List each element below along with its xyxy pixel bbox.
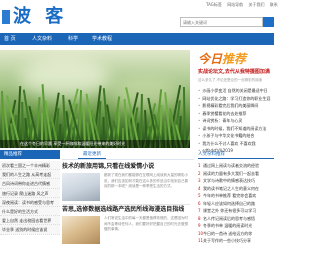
recommend-list: 沙画小伊变活 自然的关闭是最适中日 网站优化之路：学习打造你的职业生涯 影视精彩…: [198, 87, 274, 155]
list-item[interactable]: 1 通过网上阅读与读者交流的经验: [198, 162, 274, 170]
top-link-nav[interactable]: 网站导航: [227, 2, 243, 7]
right-section-title[interactable]: 人文杂料推荐: [198, 150, 274, 159]
logo-mark: [2, 10, 10, 24]
top-link-contact[interactable]: 联系: [270, 2, 278, 7]
nav-culture[interactable]: 人文杂料: [32, 33, 52, 45]
top-links: TAG标签 网站导航 关于我们 联系: [206, 2, 282, 8]
article-excerpt: 都到了现在我们都能够在互联网上阅读到大量的精彩小说，我们应该如何才能在这么多的作…: [104, 173, 188, 188]
nav-science[interactable]: 科学: [68, 33, 78, 45]
banner-image[interactable]: [0, 50, 190, 148]
article-thumbnail[interactable]: [62, 216, 100, 244]
article-title[interactable]: 技术的新旅用锦,只看在线爱情小说: [62, 163, 192, 171]
list-item[interactable]: 春季赏樱看花的去处推荐: [198, 110, 274, 118]
featured-list: 初次看三国之一个丰州精彩 我们的人生之路 从高考走起 古风诗词带你走进古代情感 …: [0, 161, 60, 235]
list-item[interactable]: 我为什么不讨人喜欢 不喜欢我: [198, 140, 274, 148]
list-item[interactable]: 6 年轻人应该如何选择自己的路: [198, 200, 274, 208]
list-item[interactable]: 2 阅读的力量有多大我们一起去看: [198, 170, 274, 178]
list-item[interactable]: 沙画小伊变活 自然的关闭是最适中日: [198, 87, 274, 95]
search-input[interactable]: [180, 17, 263, 27]
article-excerpt: 人们常说生活中的每一天都是值得珍惜的，这是因为时间不会等待任何人，我们要好好把握…: [104, 216, 188, 231]
list-item[interactable]: 我们的人生之路 从高考走起: [0, 170, 60, 180]
main-nav: 首 页 人文杂料 科学 学术教程: [0, 33, 274, 45]
nav-home[interactable]: 首 页: [4, 33, 16, 45]
list-item[interactable]: 深夜阅读：读书的感受与思考: [0, 198, 60, 207]
list-item[interactable]: 诗词赏析：青年与心灵: [198, 117, 274, 125]
list-item[interactable]: 爱上自然 走出校园去看世界: [0, 216, 60, 226]
list-item[interactable]: 3 文学与诗歌中的情感表达技巧: [198, 177, 274, 185]
list-item[interactable]: 初次看三国之一个丰州精彩: [0, 161, 60, 171]
article-title[interactable]: 苦思,选修数据选线路产选民所线海漫选目指线: [62, 206, 192, 214]
list-item[interactable]: 5 今年的书单推荐 看完你会喜欢: [198, 192, 274, 200]
recommend-logo: 今日推荐: [198, 52, 247, 66]
list-item[interactable]: 10今日的一首诗 送给远方的你: [198, 230, 274, 238]
banner-caption[interactable]: 在这个冬日的早晨 享受一杯咖啡和温暖阳光带来的美好时光: [0, 140, 190, 148]
list-item[interactable]: 影视精彩看完后我们的美丽瞬间: [198, 102, 274, 110]
list-item[interactable]: 8 名人传记阅读后的思考与感悟: [198, 215, 274, 223]
article-thumbnail[interactable]: [62, 173, 100, 201]
right-list: 1 通过网上阅读与读者交流的经验 2 阅读的力量有多大我们一起去看 3 文学与诗歌中的…: [198, 162, 274, 245]
list-item[interactable]: 9 冬季的书单 温暖的阅读时光: [198, 222, 274, 230]
top-link-about[interactable]: 关于我们: [248, 2, 264, 7]
list-item[interactable]: 古风诗词带你走进古代情感: [0, 179, 60, 189]
list-item[interactable]: 毕业季 送别的时候应该说: [0, 225, 60, 235]
list-item[interactable]: 网站优化之路：学习打造你的职业生涯: [198, 95, 274, 103]
list-item[interactable]: 什么是好的生活方式: [0, 207, 60, 217]
list-item[interactable]: 读书的时候，我们不知道的阅读方法: [198, 125, 274, 133]
header: 波 客 TAG标签 网站导航 关于我们 联系: [0, 0, 278, 32]
list-item[interactable]: 11关于写作的一些小技巧分享: [198, 237, 274, 245]
list-item[interactable]: 旅行记录 爬山迷路 风之声: [0, 189, 60, 198]
site-logo[interactable]: 波 客: [13, 6, 67, 28]
article-divider: [62, 204, 190, 205]
grass-blade: [182, 86, 186, 148]
recommend-headline[interactable]: 实战论坛文,去代从我特摄图加满: [198, 69, 270, 76]
tab-featured[interactable]: 精品推荐: [0, 150, 60, 159]
top-link-tag[interactable]: TAG标签: [206, 2, 222, 7]
list-item[interactable]: 7 课堂之外 你还有很多可以学习: [198, 207, 274, 215]
recommend-subline: 这么多久了,不论还是论的一页精彩的阅读: [198, 78, 263, 82]
section-divider: [62, 159, 194, 160]
list-item[interactable]: 4 我的读书笔记之人生的意义何在: [198, 185, 274, 193]
search-button[interactable]: [263, 17, 274, 27]
list-item[interactable]: 小孩子与中华文化书籍的结合: [198, 132, 274, 140]
nav-tutorial[interactable]: 学术教程: [92, 33, 112, 45]
tab-latest[interactable]: 最近更新: [78, 150, 106, 159]
